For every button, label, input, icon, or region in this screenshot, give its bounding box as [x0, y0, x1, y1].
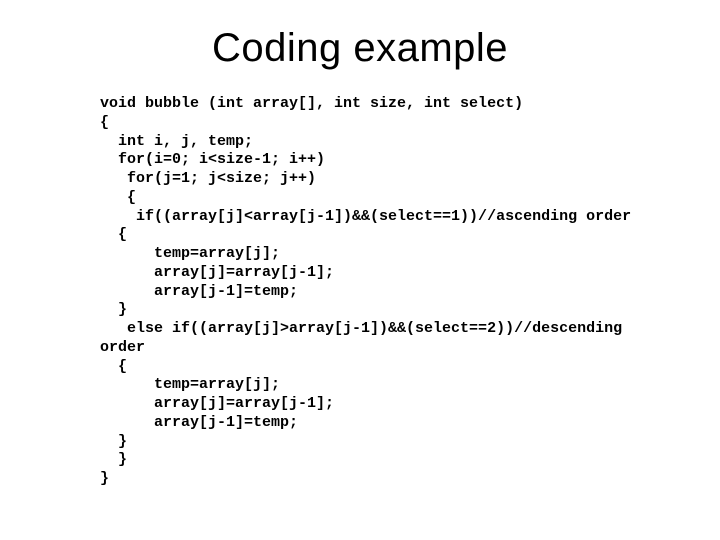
slide-title: Coding example: [40, 26, 680, 71]
code-block: void bubble (int array[], int size, int …: [100, 95, 680, 489]
slide: Coding example void bubble (int array[],…: [0, 0, 720, 540]
